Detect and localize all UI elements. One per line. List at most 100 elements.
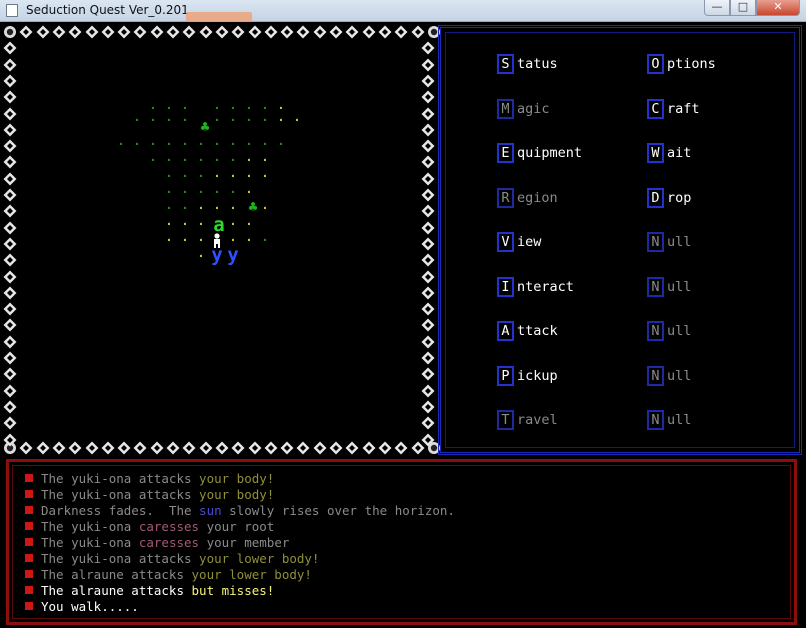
- command-label: ull: [667, 279, 692, 295]
- grass-tile: .: [228, 109, 238, 125]
- sand-tile: .: [180, 229, 190, 245]
- log-line: The alraune attacks but misses!: [25, 582, 274, 598]
- command-equipment[interactable]: Equipment: [497, 143, 582, 163]
- command-attack[interactable]: Attack: [497, 321, 558, 341]
- diamond-tile-icon: [3, 123, 17, 137]
- log-line: The yuki-ona caresses your root: [25, 518, 274, 534]
- log-text: The alraune attacks: [41, 582, 192, 598]
- window-title: Seduction Quest Ver_0.201: [26, 3, 189, 17]
- maximize-button[interactable]: □: [730, 0, 756, 16]
- command-null-9[interactable]: Null: [647, 232, 691, 252]
- diamond-tile-icon: [3, 286, 17, 300]
- diamond-tile-icon: [3, 400, 17, 414]
- player-figure-icon: [214, 233, 220, 248]
- map-panel[interactable]: ........................................…: [3, 25, 440, 455]
- diamond-tile-icon: [182, 441, 196, 455]
- diamond-tile-icon: [280, 441, 294, 455]
- alraune-enemy: a: [213, 214, 225, 236]
- sand-tile: .: [196, 245, 206, 261]
- sand-tile: .: [164, 229, 174, 245]
- diamond-tile-icon: [421, 90, 435, 104]
- diamond-tile-icon: [36, 25, 50, 39]
- grass-tile: .: [244, 109, 254, 125]
- grass-tile: .: [260, 109, 270, 125]
- close-button[interactable]: ✕: [756, 0, 800, 16]
- command-travel[interactable]: Travel: [497, 410, 558, 430]
- diamond-tile-icon: [421, 351, 435, 365]
- diamond-tile-icon: [3, 58, 17, 72]
- diamond-tile-icon: [199, 25, 213, 39]
- diamond-tile-icon: [215, 25, 229, 39]
- bullet-icon: [25, 602, 33, 610]
- sand-tile: .: [228, 197, 238, 213]
- command-null-13[interactable]: Null: [647, 321, 691, 341]
- command-status[interactable]: Status: [497, 54, 558, 74]
- command-hotkey: N: [647, 366, 664, 386]
- diamond-tile-icon: [421, 188, 435, 202]
- diamond-tile-icon: [19, 25, 33, 39]
- grass-tile: .: [164, 197, 174, 213]
- command-craft[interactable]: Craft: [647, 99, 700, 119]
- command-interact[interactable]: Interact: [497, 277, 574, 297]
- diamond-tile-icon: [421, 286, 435, 300]
- command-view[interactable]: View: [497, 232, 541, 252]
- minimize-button[interactable]: —: [704, 0, 730, 16]
- command-null-17[interactable]: Null: [647, 410, 691, 430]
- command-null-11[interactable]: Null: [647, 277, 691, 297]
- sand-tile: .: [196, 197, 206, 213]
- command-hotkey: W: [647, 143, 664, 163]
- command-hotkey: N: [647, 277, 664, 297]
- diamond-tile-icon: [421, 172, 435, 186]
- command-hotkey: N: [647, 232, 664, 252]
- command-hotkey: R: [497, 188, 514, 208]
- diamond-tile-icon: [3, 335, 17, 349]
- grass-tile: .: [276, 133, 286, 149]
- command-wait[interactable]: Wait: [647, 143, 691, 163]
- command-pickup[interactable]: Pickup: [497, 366, 558, 386]
- diamond-tile-icon: [280, 25, 294, 39]
- diamond-tile-icon: [3, 74, 17, 88]
- diamond-tile-icon: [421, 253, 435, 267]
- yuki-ona-enemy: y: [211, 244, 223, 266]
- command-null-15[interactable]: Null: [647, 366, 691, 386]
- command-magic[interactable]: Magic: [497, 99, 550, 119]
- sand-tile: .: [244, 181, 254, 197]
- diamond-tile-icon: [378, 441, 392, 455]
- grass-tile: .: [228, 181, 238, 197]
- grass-tile: .: [116, 133, 126, 149]
- diamond-tile-icon: [3, 139, 17, 153]
- diamond-tile-icon: [296, 441, 310, 455]
- sand-tile: .: [276, 109, 286, 125]
- diamond-tile-icon: [421, 416, 435, 430]
- diamond-tile-icon: [215, 441, 229, 455]
- command-hotkey: C: [647, 99, 664, 119]
- command-region[interactable]: Region: [497, 188, 558, 208]
- command-label: ravel: [517, 412, 558, 428]
- command-hotkey: T: [497, 410, 514, 430]
- bullet-icon: [25, 506, 33, 514]
- diamond-tile-icon: [85, 25, 99, 39]
- diamond-tile-icon: [264, 441, 278, 455]
- grass-tile: .: [180, 133, 190, 149]
- diamond-tile-icon: [421, 58, 435, 72]
- diamond-tile-icon: [421, 237, 435, 251]
- diamond-tile-icon: [3, 384, 17, 398]
- diamond-tile-icon: [85, 441, 99, 455]
- diamond-tile-icon: [3, 367, 17, 381]
- diamond-tile-icon: [394, 441, 408, 455]
- log-text: The yuki-ona attacks: [41, 550, 200, 566]
- diamond-tile-icon: [264, 25, 278, 39]
- log-text: The yuki-ona attacks: [41, 486, 200, 502]
- command-panel: Status Options Magic Craft Equipment Wait Regi…: [438, 25, 802, 455]
- grass-tile: .: [260, 229, 270, 245]
- diamond-tile-icon: [248, 441, 262, 455]
- command-drop[interactable]: Drop: [647, 188, 691, 208]
- command-options[interactable]: Options: [647, 54, 716, 74]
- log-text: The yuki-ona: [41, 518, 139, 534]
- diamond-tile-icon: [313, 441, 327, 455]
- grass-tile: .: [196, 165, 206, 181]
- sand-tile: .: [196, 213, 206, 229]
- diamond-tile-icon: [3, 416, 17, 430]
- diamond-tile-icon: [362, 25, 376, 39]
- diamond-tile-icon: [421, 139, 435, 153]
